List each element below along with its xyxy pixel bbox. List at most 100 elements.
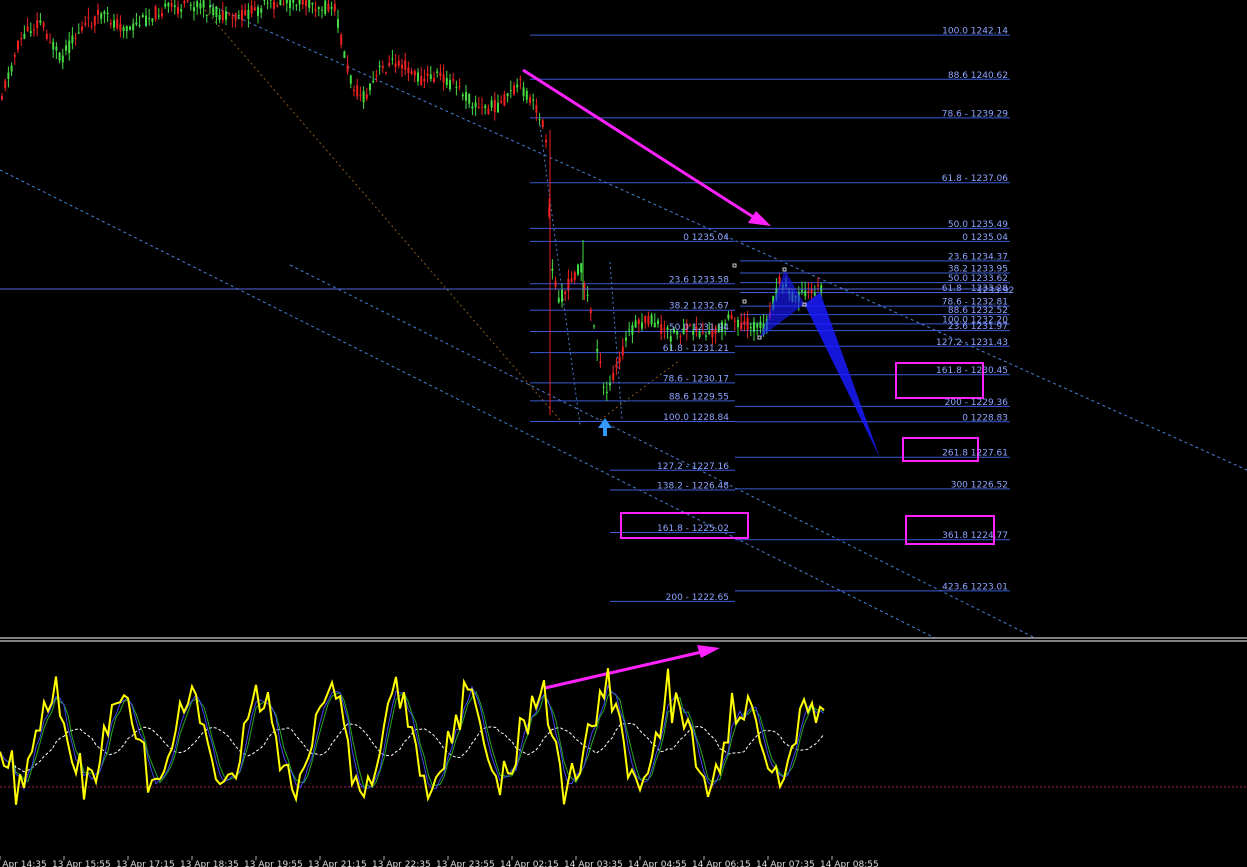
candle-body: [641, 322, 643, 329]
candle-body: [810, 289, 813, 294]
candle-body: [177, 7, 179, 14]
x-tick-label: 14 Apr 03:35: [564, 860, 623, 867]
candle-body: [637, 319, 640, 325]
candle-body: [407, 67, 410, 74]
candle-body: [449, 80, 451, 90]
candle-body: [733, 320, 736, 322]
candle-body: [551, 268, 554, 271]
candle-body: [404, 60, 407, 70]
x-tick-label: 14 Apr 02:15: [500, 860, 559, 867]
candle-body: [97, 9, 99, 15]
x-tick-label: 14 Apr 04:55: [628, 860, 687, 867]
fib-left-label: 0 1235.04: [683, 233, 729, 243]
candle-body: [23, 33, 26, 39]
candle-body: [279, 0, 282, 5]
fib-right-label: 88.6 1240.62: [948, 71, 1008, 81]
fib-left-label: 200 - 1222.65: [666, 593, 729, 603]
trading-chart[interactable]: 0 1235.04 23.6 1233.58 38.2 1232.67 50.0 12…: [0, 0, 1247, 867]
candle-body: [87, 17, 90, 19]
candle-body: [653, 322, 656, 328]
candle-body: [621, 346, 624, 356]
candle-body: [413, 70, 416, 76]
candle-body: [260, 8, 263, 13]
candle-body: [397, 60, 400, 66]
candle-body: [452, 78, 455, 81]
candle-body: [90, 26, 93, 28]
candle-body: [487, 108, 490, 115]
fib-left-label: 138.2 - 1226.48: [657, 482, 729, 492]
fib-right-label: 0 1228.83: [962, 413, 1008, 423]
candle-body: [81, 26, 83, 31]
fib-right-label: 61.8 - 1237.06: [942, 174, 1008, 184]
fib-left-label: 61.8 - 1231.21: [663, 344, 729, 354]
fib-left-label: 100.0 1228.84: [663, 413, 729, 423]
candle-body: [33, 29, 35, 31]
candle-body: [20, 37, 23, 40]
candle-body: [362, 91, 365, 103]
candle-body: [346, 64, 349, 72]
candle-body: [570, 278, 573, 283]
candle-body: [93, 16, 96, 26]
fib-right-label: 50.0 1235.49: [948, 220, 1008, 230]
candle-body: [612, 372, 615, 381]
candle-body: [429, 74, 432, 80]
candle-body: [458, 86, 461, 88]
candle-body: [679, 335, 682, 337]
candle-body: [145, 15, 147, 26]
candle-body: [247, 9, 250, 19]
candle-body: [561, 289, 563, 302]
x-tick-label: 13 Apr 23:55: [436, 860, 495, 867]
candle-body: [436, 71, 439, 73]
x-tick-label: 14 Apr 06:15: [692, 860, 751, 867]
candle-body: [161, 13, 163, 17]
x-tick-label: 14 Apr 07:35: [756, 860, 815, 867]
candle-body: [375, 75, 378, 77]
candle-body: [385, 72, 387, 74]
candle-body: [122, 27, 125, 32]
candle-body: [77, 32, 80, 34]
candle-body: [650, 314, 653, 324]
candle-body: [157, 15, 160, 17]
candle-body: [180, 9, 183, 12]
candle-body: [625, 337, 627, 341]
candle-body: [468, 93, 471, 104]
candle-body: [164, 3, 167, 7]
candle-body: [173, 5, 176, 8]
candle-body: [378, 65, 381, 67]
candle-body: [513, 85, 515, 95]
x-tick-label: 13 Apr 15:55: [52, 860, 111, 867]
candle-body: [148, 18, 151, 20]
fib-left-label: 161.8 - 1225.02: [657, 524, 729, 534]
candle-body: [183, 0, 186, 4]
fib-left-label: 38.2 1232.67: [669, 302, 729, 312]
candle-body: [324, 0, 327, 14]
candle-body: [266, 2, 269, 4]
candle-body: [730, 314, 733, 319]
candle-body: [506, 93, 509, 97]
candle-body: [535, 105, 538, 113]
candle-body: [669, 336, 672, 342]
candle-body: [484, 105, 487, 109]
candle-body: [615, 364, 618, 368]
candle-body: [557, 297, 560, 303]
candle-body: [756, 323, 759, 328]
candle-body: [298, 0, 301, 5]
candle-body: [141, 15, 144, 17]
candle-body: [109, 22, 112, 25]
candle-body: [196, 1, 199, 8]
candle-body: [125, 26, 128, 32]
fib-left-label: 127.2 - 1227.16: [657, 462, 729, 472]
candle-body: [644, 316, 647, 323]
candle-body: [593, 325, 595, 327]
candle-body: [84, 23, 87, 25]
candle-body: [289, 0, 291, 9]
current-price-label: 1233.92: [977, 286, 1014, 296]
candle-body: [490, 100, 493, 108]
candle-body: [628, 329, 631, 331]
candle-body: [417, 72, 419, 82]
candle-body: [61, 55, 64, 63]
candle-body: [807, 290, 810, 293]
candle-body: [532, 99, 535, 101]
candle-body: [497, 102, 499, 113]
candle-body: [439, 72, 442, 76]
